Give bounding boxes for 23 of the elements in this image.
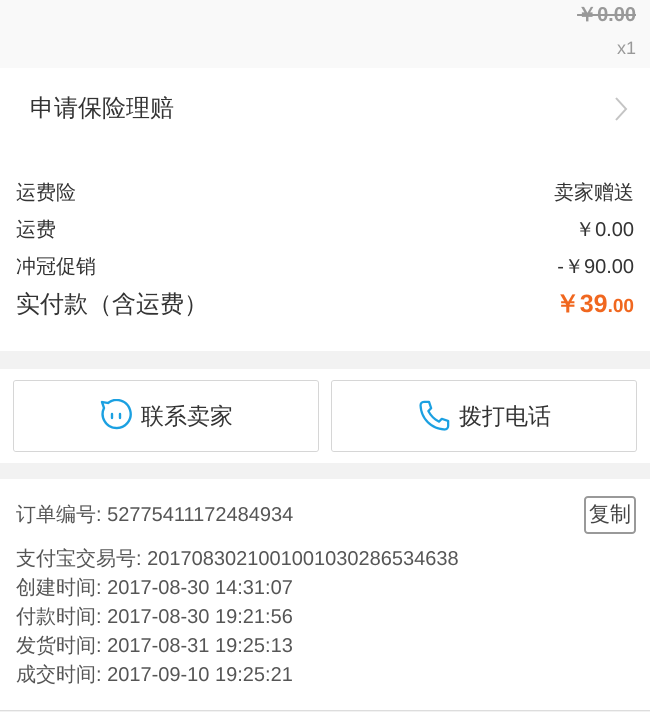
total-label: 实付款（含运费） — [16, 290, 208, 320]
order-detail: 创建时间: 2017-08-30 14:31:07 — [16, 576, 294, 601]
quantity: x1 — [616, 37, 636, 60]
fee-label: 运费 — [16, 218, 56, 242]
fee-label: 冲冠促销 — [16, 254, 96, 280]
order-detail: 成交时间: 2017-09-10 19:25:21 — [16, 663, 294, 688]
order-detail: 支付宝交易号: 2017083021001001030286534638 — [16, 547, 460, 572]
order-number: 订单编号: 52775411172484934 — [16, 503, 294, 528]
fee-value: ￥0.00 — [575, 218, 634, 242]
fee-value: -￥90.00 — [557, 254, 634, 280]
total-amount: ￥39 — [554, 289, 608, 320]
fee-label: 运费险 — [16, 180, 76, 206]
chevron-right-icon — [614, 96, 628, 122]
original-price: ￥0.00 — [577, 3, 636, 28]
contact-seller-button[interactable]: 联系卖家 — [13, 380, 319, 452]
phone-icon — [417, 399, 451, 433]
order-detail: 付款时间: 2017-08-30 19:21:56 — [16, 605, 294, 630]
fee-value: 卖家赠送 — [554, 180, 634, 206]
copy-button[interactable]: 复制 — [584, 496, 636, 534]
order-detail: 发货时间: 2017-08-31 19:25:13 — [16, 634, 294, 659]
call-button[interactable]: 拨打电话 — [331, 380, 637, 452]
total-decimal: .00 — [608, 295, 634, 320]
claim-row[interactable]: 申请保险理赔 — [0, 68, 650, 150]
